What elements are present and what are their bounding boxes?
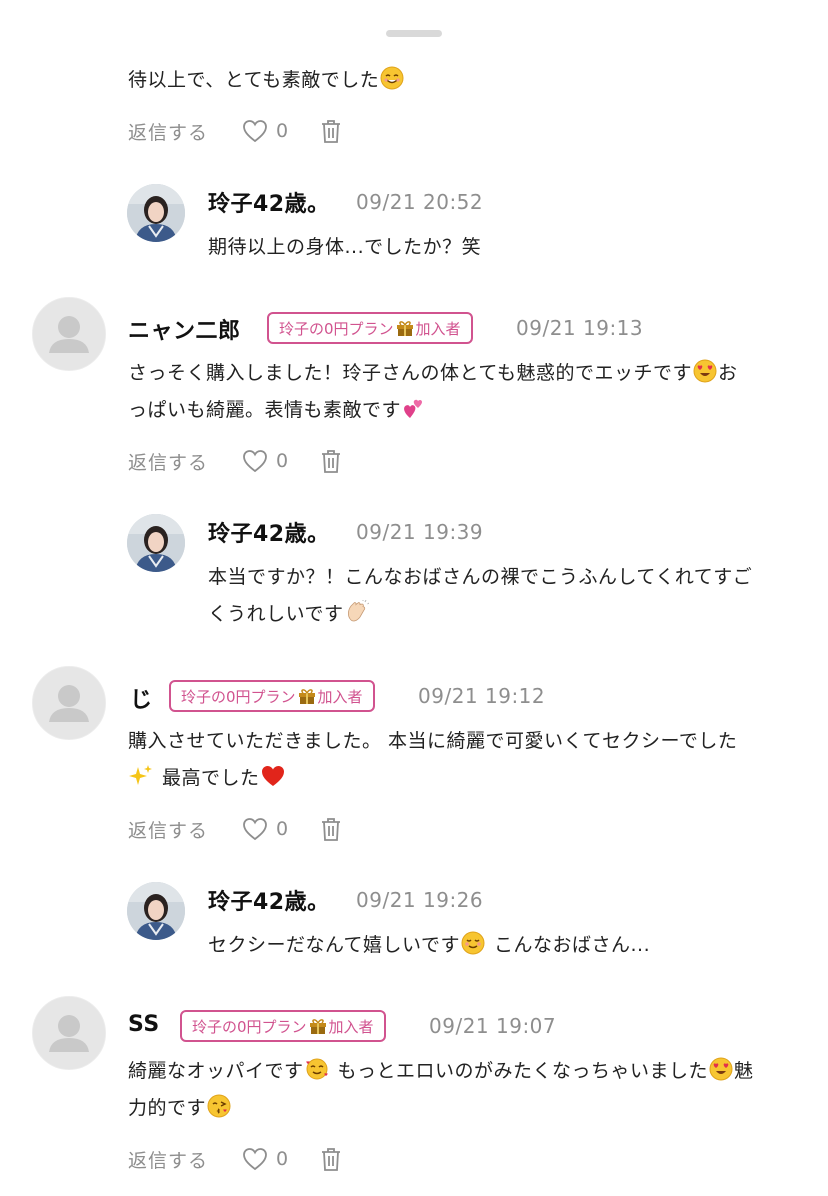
- comment-text: 最高でした: [128, 760, 286, 797]
- comment-time: 09/21 19:12: [418, 684, 546, 708]
- smiling-face-emoji: [380, 66, 404, 90]
- like-button[interactable]: 0: [242, 817, 288, 841]
- default-avatar-icon: [33, 298, 105, 370]
- profile-photo: [127, 184, 185, 242]
- trash-icon: [322, 450, 341, 473]
- comment-text: くうれしいです: [208, 596, 370, 633]
- comment-time: 09/21 19:07: [429, 1014, 557, 1038]
- gift-icon: [298, 689, 315, 704]
- delete-button[interactable]: [320, 1146, 342, 1172]
- delete-button[interactable]: [320, 118, 342, 144]
- face-blowing-kiss-emoji: [207, 1094, 231, 1118]
- like-count: 0: [276, 818, 289, 840]
- avatar[interactable]: [32, 996, 106, 1070]
- heart-eyes-emoji: [709, 1057, 733, 1081]
- relieved-face-emoji: [461, 931, 485, 955]
- avatar[interactable]: [32, 297, 106, 371]
- comment-actions: 返信する 0: [128, 1144, 342, 1174]
- clapping-hands-emoji: [347, 600, 369, 622]
- comment-actions: 返信する 0: [128, 116, 342, 146]
- comment-author[interactable]: SS: [128, 1012, 160, 1037]
- subscriber-badge: 玲子の0円プラン 加入者: [267, 312, 473, 344]
- trash-icon: [322, 1148, 341, 1171]
- comment-time: 09/21 19:39: [356, 520, 484, 544]
- sparkles-emoji: [129, 765, 152, 785]
- comment-author[interactable]: ニャン二郎: [128, 313, 241, 345]
- comment-time: 09/21 19:13: [516, 316, 644, 340]
- comment-actions: 返信する 0: [128, 446, 342, 476]
- comment-text: っぱいも綺麗。表情も素敵です: [128, 392, 427, 429]
- comment-text: 期待以上の身体...でしたか？笑: [208, 236, 482, 258]
- comment-author[interactable]: 玲子42歳。: [208, 186, 330, 218]
- comment-text: セクシーだなんて嬉しいです こんなおばさん...: [208, 927, 650, 964]
- avatar[interactable]: [127, 514, 185, 572]
- reply-button[interactable]: 返信する: [128, 118, 208, 145]
- comment-time: 09/21 19:26: [356, 888, 484, 912]
- subscriber-badge: 玲子の0円プラン 加入者: [169, 680, 375, 712]
- comment-time: 09/21 20:52: [356, 190, 484, 214]
- heart-icon: [243, 1148, 267, 1171]
- profile-photo: [127, 882, 185, 940]
- heart-icon: [243, 120, 267, 143]
- like-button[interactable]: 0: [242, 1147, 288, 1171]
- red-heart-emoji: [261, 766, 284, 786]
- comment-text: 購入させていただきました。 本当に綺麗で可愛いくてセクシーでした: [128, 730, 738, 752]
- like-button[interactable]: 0: [242, 119, 288, 143]
- heart-icon: [243, 450, 267, 473]
- like-button[interactable]: 0: [242, 449, 288, 473]
- comment-text: さっそく購入しました！玲子さんの体とても魅惑的でエッチですお: [128, 355, 738, 392]
- reply-button[interactable]: 返信する: [128, 448, 208, 475]
- heart-eyes-emoji: [693, 359, 717, 383]
- trash-icon: [322, 818, 341, 841]
- gift-icon: [309, 1019, 326, 1034]
- subscriber-badge: 玲子の0円プラン 加入者: [180, 1010, 386, 1042]
- sheet-drag-handle[interactable]: [386, 30, 442, 37]
- smiling-face-with-hearts-emoji: [305, 1058, 328, 1080]
- comment-text: 本当ですか？！こんなおばさんの裸でこうふんしてくれてすご: [208, 566, 753, 588]
- comment-actions: 返信する 0: [128, 814, 342, 844]
- default-avatar-icon: [33, 997, 105, 1069]
- default-avatar-icon: [33, 667, 105, 739]
- trash-icon: [322, 120, 341, 143]
- avatar[interactable]: [127, 882, 185, 940]
- comment-author[interactable]: 玲子42歳。: [208, 884, 330, 916]
- like-count: 0: [276, 120, 289, 142]
- comment-text: 待以上で、とても素敵でした: [128, 62, 405, 99]
- delete-button[interactable]: [320, 816, 342, 842]
- gift-icon: [396, 321, 413, 336]
- like-count: 0: [276, 1148, 289, 1170]
- comment-text: 力的です: [128, 1090, 232, 1127]
- delete-button[interactable]: [320, 448, 342, 474]
- reply-button[interactable]: 返信する: [128, 816, 208, 843]
- profile-photo: [127, 514, 185, 572]
- like-count: 0: [276, 450, 289, 472]
- reply-button[interactable]: 返信する: [128, 1146, 208, 1173]
- avatar[interactable]: [127, 184, 185, 242]
- avatar[interactable]: [32, 666, 106, 740]
- comment-text: 綺麗なオッパイです もっとエロいのがみたくなっちゃいました魅: [128, 1053, 754, 1090]
- comment-author[interactable]: じ: [130, 682, 153, 714]
- heart-icon: [243, 818, 267, 841]
- comment-author[interactable]: 玲子42歳。: [208, 516, 330, 548]
- two-hearts-emoji: [404, 399, 423, 418]
